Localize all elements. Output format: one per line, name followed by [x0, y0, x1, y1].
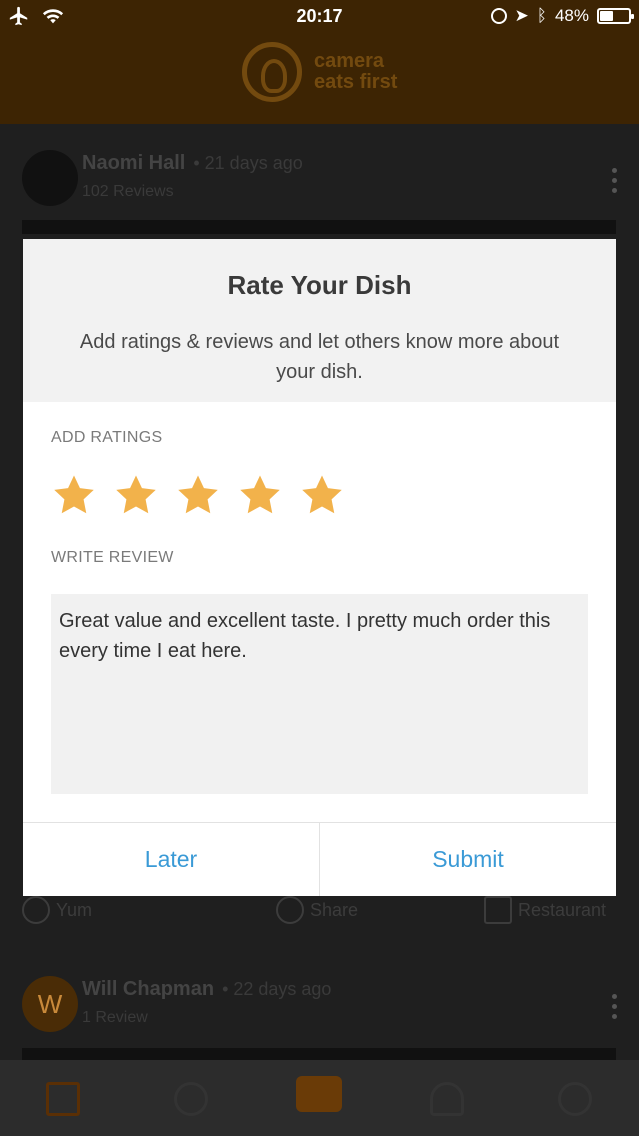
feed-tab-icon[interactable]	[46, 1082, 80, 1116]
review-label: WRITE REVIEW	[51, 549, 174, 566]
star-icon[interactable]	[175, 472, 221, 518]
app-header: camera eats first	[0, 34, 639, 124]
rate-dish-dialog: Rate Your Dish Add ratings & reviews and…	[23, 239, 616, 896]
camera-tab-icon[interactable]	[296, 1076, 342, 1112]
post-header: Naomi Hall • 21 days ago 102 Reviews	[22, 150, 622, 210]
review-textarea[interactable]: Great value and excellent taste. I prett…	[51, 594, 588, 794]
author-name[interactable]: Will Chapman	[82, 978, 214, 1000]
post-date: • 21 days ago	[193, 153, 303, 173]
star-icon[interactable]	[51, 472, 97, 518]
dialog-header: Rate Your Dish Add ratings & reviews and…	[23, 239, 616, 402]
review-count: 1 Review	[82, 1009, 148, 1026]
battery-percent: 48%	[554, 6, 589, 25]
more-options-icon[interactable]	[612, 168, 618, 198]
more-options-icon[interactable]	[612, 994, 618, 1024]
post-photo[interactable]	[22, 1048, 616, 1060]
app-logo: camera eats first	[242, 42, 397, 102]
avatar[interactable]: W	[22, 976, 78, 1032]
later-button[interactable]: Later	[23, 823, 319, 896]
yum-label: Yum	[56, 899, 93, 920]
post-date: • 22 days ago	[222, 979, 332, 999]
status-bar: 20:17 ➤ ᛒ 48%	[0, 0, 639, 34]
logo-text: camera eats first	[314, 51, 397, 93]
star-icon[interactable]	[237, 472, 283, 518]
yum-icon	[22, 896, 50, 924]
logo-mark-icon	[242, 42, 302, 102]
restaurant-icon	[484, 896, 512, 924]
post-actions: Yum Share Restaurant	[22, 896, 616, 926]
share-label: Share	[310, 899, 359, 920]
notifications-tab-icon[interactable]	[430, 1082, 464, 1116]
bluetooth-icon: ᛒ	[536, 6, 547, 25]
author-name[interactable]: Naomi Hall	[82, 152, 185, 174]
share-button[interactable]: Share	[276, 896, 358, 924]
restaurant-label: Restaurant	[518, 899, 607, 920]
restaurant-button[interactable]: Restaurant	[484, 896, 606, 924]
star-rating[interactable]	[51, 472, 345, 518]
dialog-subtitle: Add ratings & reviews and let others kno…	[79, 331, 560, 383]
avatar[interactable]	[22, 150, 78, 206]
dialog-title: Rate Your Dish	[227, 270, 412, 300]
star-icon[interactable]	[113, 472, 159, 518]
battery-fill	[600, 11, 614, 21]
review-count: 102 Reviews	[82, 183, 174, 200]
rotation-lock-icon	[490, 8, 507, 24]
submit-button[interactable]: Submit	[320, 823, 616, 896]
battery-icon	[597, 8, 634, 24]
location-icon: ➤	[514, 6, 529, 25]
post-header: W Will Chapman • 22 days ago 1 Review	[22, 976, 622, 1036]
star-icon[interactable]	[299, 472, 345, 518]
logo-line1: camera	[314, 50, 385, 72]
post-author[interactable]: Naomi Hall • 21 days ago	[82, 152, 303, 175]
ratings-label: ADD RATINGS	[51, 429, 163, 446]
post-author[interactable]: Will Chapman • 22 days ago	[82, 978, 331, 1001]
share-icon	[276, 896, 304, 924]
status-right: ➤ ᛒ 48%	[490, 6, 634, 26]
search-tab-icon[interactable]	[174, 1082, 208, 1116]
yum-button[interactable]: Yum	[22, 896, 92, 924]
tab-bar	[0, 1060, 639, 1136]
post-photo[interactable]	[22, 220, 616, 234]
logo-line2: eats first	[314, 71, 398, 93]
profile-tab-icon[interactable]	[558, 1082, 592, 1116]
